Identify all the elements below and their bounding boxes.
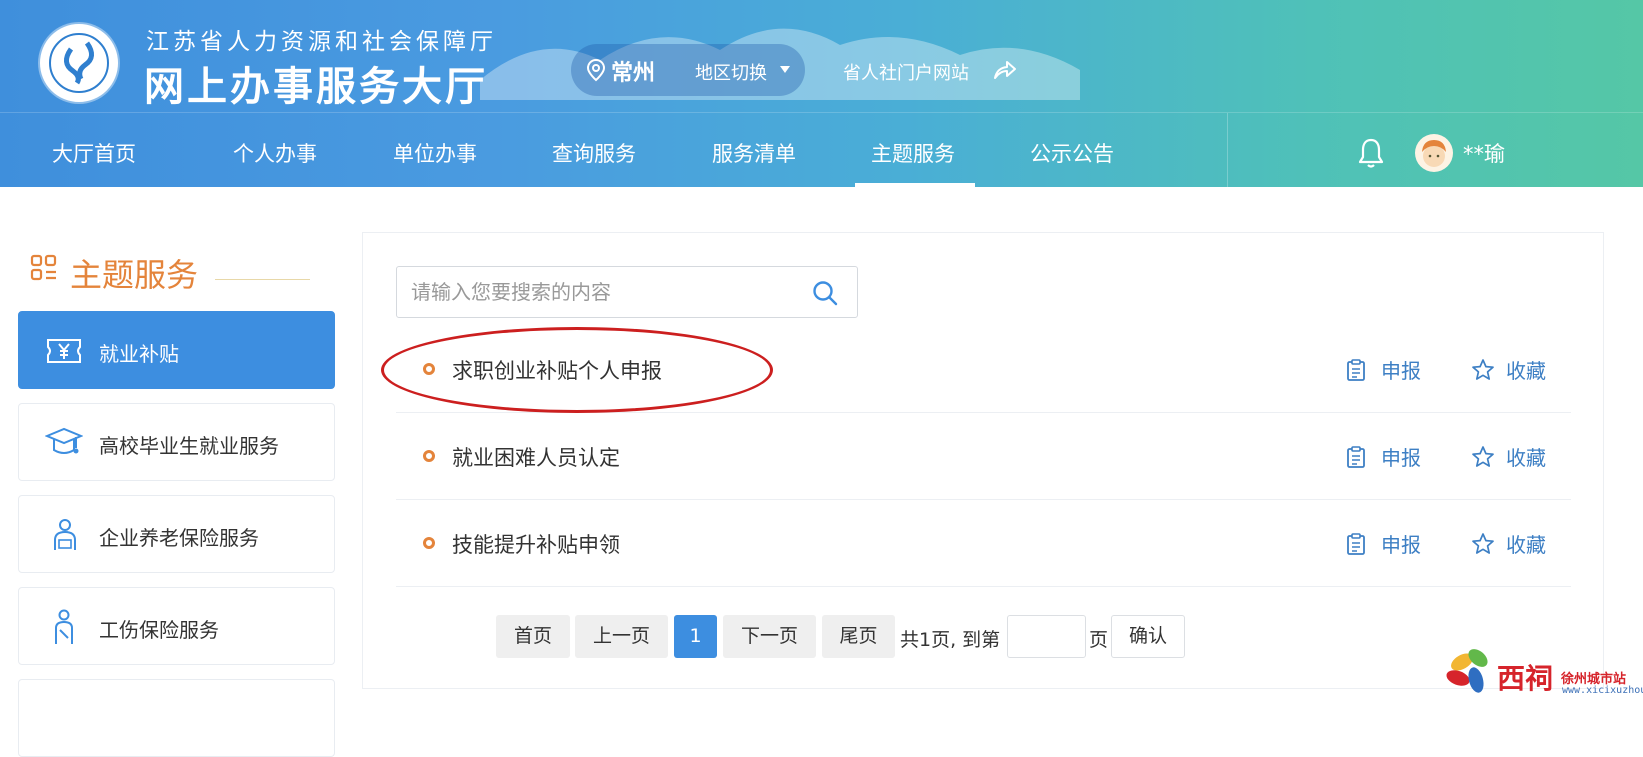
- avatar[interactable]: [1415, 134, 1453, 172]
- sidebar-item-label: 工伤保险服务: [99, 618, 219, 642]
- sidebar-item-employment-subsidy[interactable]: 就业补贴: [18, 311, 335, 389]
- confirm-page-button[interactable]: 确认: [1111, 615, 1185, 658]
- sidebar-item-graduate-employment[interactable]: 高校毕业生就业服务: [18, 403, 335, 481]
- bullet-dot: [423, 363, 435, 375]
- next-page-button[interactable]: 下一页: [723, 615, 816, 658]
- sidebar-title-underline: [215, 279, 310, 280]
- nav-home[interactable]: 大厅首页: [52, 138, 136, 168]
- service-title[interactable]: 技能提升补贴申领: [452, 529, 620, 559]
- clipboard-icon[interactable]: [1345, 532, 1367, 556]
- apply-button[interactable]: 申报: [1381, 529, 1421, 558]
- nav-service-list[interactable]: 服务清单: [712, 138, 796, 168]
- ministry-logo[interactable]: [40, 24, 118, 102]
- prev-page-button[interactable]: 上一页: [575, 615, 668, 658]
- goto-page-input[interactable]: [1007, 615, 1086, 658]
- service-row: 技能提升补贴申领 申报 收藏: [396, 500, 1571, 587]
- apply-button[interactable]: 申报: [1381, 355, 1421, 384]
- search-input[interactable]: [411, 277, 791, 307]
- nav-active-indicator: [855, 183, 975, 187]
- portal-link[interactable]: 省人社门户网站: [843, 59, 969, 85]
- star-icon[interactable]: [1471, 445, 1495, 469]
- favorite-button[interactable]: 收藏: [1506, 442, 1546, 471]
- user-avatar-icon: [1422, 140, 1446, 167]
- star-icon[interactable]: [1471, 358, 1495, 382]
- yuan-ticket-icon: [47, 339, 81, 363]
- nav-separator: [1227, 113, 1228, 187]
- bell-icon[interactable]: [1357, 137, 1385, 169]
- nav-query[interactable]: 查询服务: [552, 138, 636, 168]
- org-name: 江苏省人力资源和社会保障厅: [146, 29, 497, 55]
- nav-personal[interactable]: 个人办事: [233, 138, 317, 168]
- nav-announcements[interactable]: 公示公告: [1030, 138, 1114, 168]
- share-arrow-icon[interactable]: [993, 59, 1017, 81]
- search-icon[interactable]: [811, 279, 839, 307]
- sidebar-item-label: 高校毕业生就业服务: [99, 434, 279, 458]
- bullet-dot: [423, 450, 435, 462]
- sidebar-item-pension-insurance[interactable]: 企业养老保险服务: [18, 495, 335, 573]
- sidebar-item-injury-insurance[interactable]: 工伤保险服务: [18, 587, 335, 665]
- sidebar-title: 主题服务: [70, 256, 199, 294]
- apply-button[interactable]: 申报: [1381, 442, 1421, 471]
- chevron-down-icon[interactable]: [780, 66, 790, 73]
- location-pin-icon: [586, 58, 606, 82]
- watermark-url: www.xicixuzhou.cn: [1562, 685, 1643, 696]
- search-box[interactable]: [396, 266, 858, 318]
- sidebar-item-label: 就业补贴: [99, 342, 179, 366]
- service-row: 求职创业补贴个人申报 申报 收藏: [396, 326, 1571, 413]
- page-suffix-text: 页: [1089, 629, 1109, 651]
- sidebar-item-label: 企业养老保险服务: [99, 526, 259, 550]
- service-title[interactable]: 就业困难人员认定: [452, 442, 620, 472]
- grid-apps-icon: [30, 254, 57, 281]
- service-title[interactable]: 求职创业补贴个人申报: [452, 355, 662, 385]
- first-page-button[interactable]: 首页: [496, 615, 570, 658]
- hall-name: 网上办事服务大厅: [144, 64, 488, 110]
- nav-company[interactable]: 单位办事: [393, 138, 477, 168]
- bullet-dot: [423, 537, 435, 549]
- xici-watermark-logo-icon: [1446, 649, 1488, 693]
- clipboard-icon[interactable]: [1345, 358, 1367, 382]
- logo-ring: [49, 33, 109, 93]
- region-switch-button[interactable]: 地区切换: [695, 59, 767, 85]
- current-city[interactable]: 常州: [611, 55, 655, 87]
- service-row: 就业困难人员认定 申报 收藏: [396, 413, 1571, 500]
- favorite-button[interactable]: 收藏: [1506, 355, 1546, 384]
- nav-theme-service[interactable]: 主题服务: [871, 138, 955, 168]
- last-page-button[interactable]: 尾页: [822, 615, 895, 658]
- star-icon[interactable]: [1471, 532, 1495, 556]
- user-name[interactable]: **瑜: [1463, 138, 1505, 168]
- sidebar-item-more[interactable]: [18, 679, 335, 757]
- clipboard-icon[interactable]: [1345, 445, 1367, 469]
- logo-emblem-icon: [64, 41, 94, 85]
- total-pages-text: 共1页, 到第: [900, 629, 1001, 651]
- elderly-worker-icon: [54, 519, 76, 550]
- watermark-brand: 西祠: [1497, 662, 1554, 695]
- injured-worker-icon: [55, 609, 73, 644]
- favorite-button[interactable]: 收藏: [1506, 529, 1546, 558]
- current-page-button[interactable]: 1: [674, 615, 717, 658]
- graduation-cap-icon: [45, 427, 83, 454]
- header-divider: [0, 112, 1643, 113]
